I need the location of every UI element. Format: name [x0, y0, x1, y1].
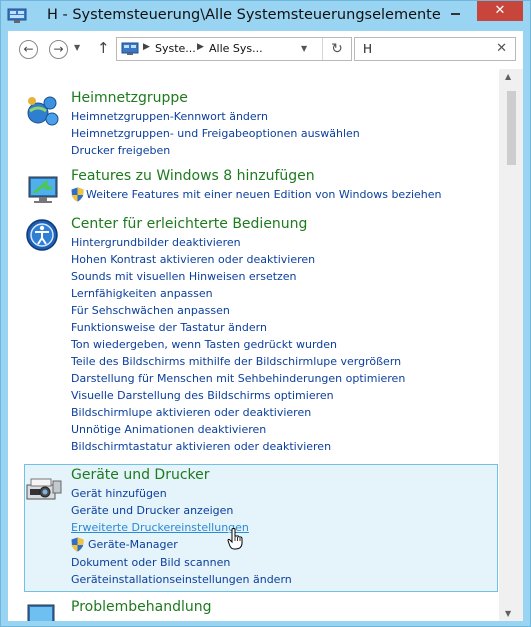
section-title[interactable]: Problembehandlung — [71, 599, 211, 615]
homegroup-icon — [27, 96, 59, 126]
address-dropdown-icon[interactable]: ▼ — [301, 44, 307, 53]
troubleshooting-icon — [27, 604, 55, 621]
scroll-up-arrow-icon[interactable]: ▲ — [505, 72, 511, 81]
link-heimnetz-kennwort[interactable]: Heimnetzgruppen-Kennwort ändern — [71, 110, 268, 123]
refresh-button[interactable]: ↻ — [322, 38, 351, 60]
breadcrumb-separator-icon[interactable]: ▶ — [197, 42, 204, 52]
breadcrumb-systemsteuerung[interactable]: Syste... — [155, 42, 196, 55]
link-geraete-anzeigen[interactable]: Geräte und Drucker anzeigen — [71, 504, 233, 517]
recent-locations-chevron-icon[interactable]: ▼ — [74, 43, 80, 52]
link-sehschwaechen[interactable]: Für Sehschwächen anpassen — [71, 304, 230, 317]
control-panel-icon — [7, 8, 27, 23]
control-panel-window: H - Systemsteuerung\Alle Systemsteuerung… — [0, 0, 531, 627]
navigation-bar: ← → ▼ ↑ ▶ Syste... ▶ Alle Sys... ▼ ↻ H ✕ — [8, 31, 523, 69]
link-geraete-manager[interactable]: Geräte-Manager — [88, 538, 178, 551]
breadcrumb-separator-icon[interactable]: ▶ — [143, 42, 150, 52]
uac-shield-icon — [71, 187, 84, 202]
windows-upgrade-icon — [28, 176, 58, 203]
link-hoher-kontrast[interactable]: Hohen Kontrast aktivieren oder deaktivie… — [71, 253, 315, 266]
title-bar[interactable]: H - Systemsteuerung\Alle Systemsteuerung… — [1, 1, 530, 31]
scroll-down-arrow-icon[interactable]: ▼ — [505, 609, 511, 618]
control-panel-icon — [121, 42, 139, 55]
vertical-scrollbar[interactable]: ▲ ▼ — [499, 69, 523, 621]
section-devices-printers[interactable]: Geräte und Drucker Gerät hinzufügen Gerä… — [24, 464, 498, 592]
link-scannen[interactable]: Dokument oder Bild scannen — [71, 556, 230, 569]
up-arrow-icon[interactable]: ↑ — [97, 39, 110, 57]
section-title[interactable]: Geräte und Drucker — [71, 467, 210, 483]
ease-of-access-icon — [26, 219, 58, 251]
link-sounds-visuell[interactable]: Sounds mit visuellen Hinweisen ersetzen — [71, 270, 297, 283]
section-heimnetzgruppe: Heimnetzgruppe Heimnetzgruppen-Kennwort … — [24, 89, 498, 159]
section-windows-features: Features zu Windows 8 hinzufügen Weitere… — [24, 167, 498, 207]
close-button[interactable]: ✕ — [477, 1, 523, 21]
uac-shield-icon — [71, 537, 84, 552]
search-box[interactable]: H ✕ — [354, 37, 516, 61]
link-erweiterte-druckereinstellungen[interactable]: Erweiterte Druckereinstellungen — [71, 521, 249, 534]
section-title[interactable]: Features zu Windows 8 hinzufügen — [71, 168, 315, 184]
link-geraeteinstallation[interactable]: Geräteinstallationseinstellungen ändern — [71, 573, 292, 586]
link-drucker-freigeben[interactable]: Drucker freigeben — [71, 144, 170, 157]
link-geraet-hinzufuegen[interactable]: Gerät hinzufügen — [71, 487, 167, 500]
address-bar[interactable]: ▶ Syste... ▶ Alle Sys... ▼ ↻ — [116, 37, 352, 61]
link-ton-tasten[interactable]: Ton wiedergeben, wenn Tasten gedrückt wu… — [71, 338, 337, 351]
link-visuelle-darstellung[interactable]: Visuelle Darstellung des Bildschirms opt… — [71, 389, 334, 402]
scroll-thumb[interactable] — [507, 91, 516, 165]
section-title[interactable]: Heimnetzgruppe — [71, 90, 188, 106]
link-weitere-features[interactable]: Weitere Features mit einer neuen Edition… — [86, 188, 442, 201]
link-bildschirmlupe-aktivieren[interactable]: Bildschirmlupe aktivieren oder deaktivie… — [71, 406, 311, 419]
link-bildschirmtastatur[interactable]: Bildschirmtastatur aktivieren oder deakt… — [71, 440, 331, 453]
forward-button[interactable]: → — [49, 40, 68, 59]
link-tastatur[interactable]: Funktionsweise der Tastatur ändern — [71, 321, 267, 334]
devices-printers-icon — [26, 478, 62, 500]
link-hintergrundbilder[interactable]: Hintergrundbilder deaktivieren — [71, 236, 241, 249]
search-input[interactable]: H — [363, 42, 372, 56]
clear-search-icon[interactable]: ✕ — [496, 41, 507, 56]
results-list: Heimnetzgruppe Heimnetzgruppen-Kennwort … — [8, 69, 499, 621]
back-button[interactable]: ← — [19, 40, 38, 59]
window-title: H - Systemsteuerung\Alle Systemsteuerung… — [47, 7, 441, 23]
link-heimnetz-freigabe[interactable]: Heimnetzgruppen- und Freigabeoptionen au… — [71, 127, 360, 140]
breadcrumb-alle-elemente[interactable]: Alle Sys... — [209, 42, 263, 55]
section-title[interactable]: Center für erleichterte Bedienung — [71, 216, 307, 232]
hand-pointer-cursor-icon — [227, 528, 243, 550]
link-sehbehinderungen[interactable]: Darstellung für Menschen mit Sehbehinder… — [71, 372, 405, 385]
link-lernfaehigkeiten[interactable]: Lernfähigkeiten anpassen — [71, 287, 213, 300]
section-troubleshooting: Problembehandlung — [24, 599, 498, 621]
minimize-button[interactable] — [442, 1, 468, 21]
link-bildschirmlupe-vergroessern[interactable]: Teile des Bildschirms mithilfe der Bilds… — [71, 355, 401, 368]
link-animationen[interactable]: Unnötige Animationen deaktivieren — [71, 423, 266, 436]
section-ease-of-access: Center für erleichterte Bedienung Hinter… — [24, 215, 498, 455]
